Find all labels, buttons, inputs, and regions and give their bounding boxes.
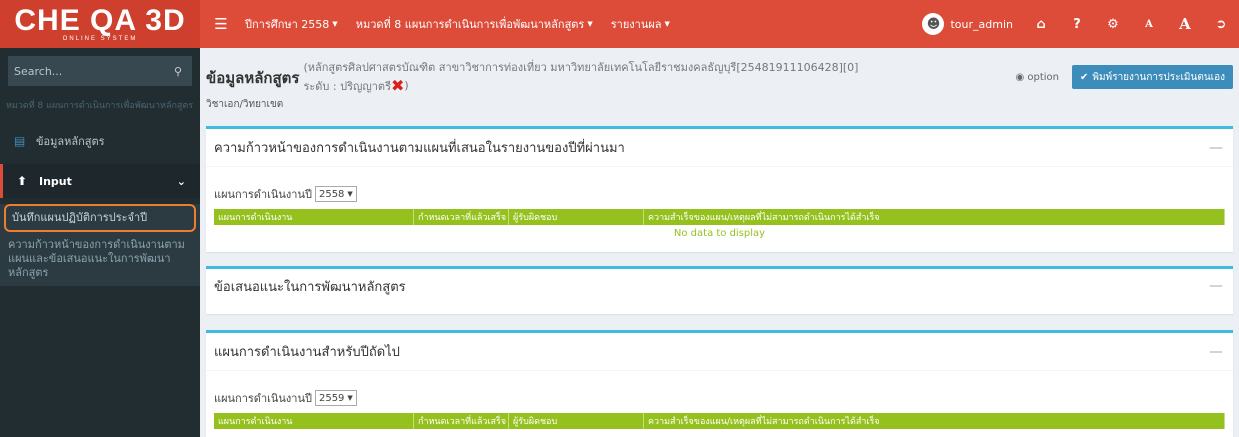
nav-menu-academic-year[interactable]: ปีการศึกษา 2558 ▼ bbox=[236, 0, 347, 48]
caret-down-icon: ▼ bbox=[347, 394, 353, 402]
column-header[interactable]: ความสำเร็จของแผน/เหตุผลที่ไม่สามารถดำเนิ… bbox=[644, 209, 1225, 225]
caret-down-icon: ▼ bbox=[587, 20, 593, 28]
caret-down-icon: ▼ bbox=[347, 190, 353, 198]
section-title: ข้อเสนอแนะในการพัฒนาหลักสูตร bbox=[214, 279, 406, 295]
print-report-button[interactable]: ✔ พิมพ์รายงานการประเมินตนเอง bbox=[1072, 65, 1233, 89]
main-content: ข้อมูลหลักสูตร (หลักสูตรศิลปศาสตรบัณฑิต … bbox=[200, 48, 1239, 437]
grid-header: แผนการดำเนินงาน กำหนดเวลาที่แล้วเสร็จ ผู… bbox=[214, 413, 1225, 429]
section-header: ความก้าวหน้าของการดำเนินงานตามแผนที่เสนอ… bbox=[206, 129, 1233, 167]
page-title: ข้อมูลหลักสูตร bbox=[206, 69, 300, 87]
section-next-year-plan: แผนการดำเนินงานสำหรับปีถัดไป — แผนการดำเ… bbox=[206, 330, 1233, 437]
sidebar-subitem-progress[interactable]: ความก้าวหน้าของการดำเนินงานตามแผนและข้อเ… bbox=[0, 232, 200, 286]
grid-header: แผนการดำเนินงาน กำหนดเวลาที่แล้วเสร็จ ผู… bbox=[214, 209, 1225, 225]
section-header: ข้อเสนอแนะในการพัฒนาหลักสูตร — bbox=[206, 269, 1233, 303]
year-value: 2559 bbox=[318, 392, 345, 404]
sidebar-breadcrumb: หมวดที่ 8 แผนการดำเนินการเพื่อพัฒนาหลักส… bbox=[6, 101, 194, 111]
top-bar: CHE QA 3D ONLINE SYSTEM ☰ ปีการศึกษา 255… bbox=[0, 0, 1239, 48]
option-link[interactable]: ◉ option bbox=[1015, 72, 1059, 83]
font-small-icon[interactable]: A bbox=[1131, 0, 1167, 48]
year-value: 2558 bbox=[318, 188, 345, 200]
column-header[interactable]: แผนการดำเนินงาน bbox=[214, 413, 414, 429]
collapse-icon[interactable]: — bbox=[1209, 278, 1223, 294]
caret-down-icon: ▼ bbox=[332, 20, 338, 28]
binoculars-icon: ◉ bbox=[1015, 72, 1025, 83]
section-title: แผนการดำเนินงานสำหรับปีถัดไป bbox=[214, 345, 400, 360]
caret-down-icon: ▼ bbox=[664, 20, 670, 28]
collapse-icon[interactable]: — bbox=[1209, 344, 1223, 360]
nav-menu-category[interactable]: หมวดที่ 8 แผนการดำเนินการเพื่อพัฒนาหลักส… bbox=[347, 0, 602, 48]
menu-toggle-icon[interactable]: ☰ bbox=[206, 15, 236, 33]
page-subtitle: วิชาเอก/วิทยาเขต bbox=[206, 99, 284, 110]
sidebar-item-label: Input bbox=[39, 174, 72, 188]
column-header[interactable]: ผู้รับผิดชอบ bbox=[509, 413, 644, 429]
document-icon: ▤ bbox=[14, 134, 26, 148]
section-body: แผนการดำเนินงานปี 2559 ▼ แผนการดำเนินงาน … bbox=[206, 371, 1233, 437]
home-icon[interactable]: ⌂ bbox=[1023, 0, 1059, 48]
upload-icon: ⬆ bbox=[17, 174, 28, 188]
year-label: แผนการดำเนินงานปี bbox=[214, 392, 312, 405]
sidebar: ⚲ หมวดที่ 8 แผนการดำเนินการเพื่อพัฒนาหลั… bbox=[0, 48, 200, 437]
sidebar-subitem-annual-plan[interactable]: บันทึกแผนปฏิบัติการประจำปี bbox=[4, 204, 196, 232]
search-icon[interactable]: ⚲ bbox=[164, 56, 192, 86]
chevron-down-icon: ⌄ bbox=[176, 174, 186, 188]
help-icon[interactable]: ? bbox=[1059, 0, 1095, 48]
column-header[interactable]: แผนการดำเนินงาน bbox=[214, 209, 414, 225]
column-header[interactable]: กำหนดเวลาที่แล้วเสร็จ bbox=[414, 209, 509, 225]
font-large-icon[interactable]: A bbox=[1167, 0, 1203, 48]
settings-icon[interactable]: ⚙ bbox=[1095, 0, 1131, 48]
column-header[interactable]: กำหนดเวลาที่แล้วเสร็จ bbox=[414, 413, 509, 429]
nav-menu-label: หมวดที่ 8 แผนการดำเนินการเพื่อพัฒนาหลักส… bbox=[355, 18, 585, 31]
nav-menu-label: รายงานผล bbox=[610, 18, 662, 31]
print-report-label: พิมพ์รายงานการประเมินตนเอง bbox=[1092, 71, 1225, 83]
year-label: แผนการดำเนินงานปี bbox=[214, 188, 312, 201]
search-row: ⚲ bbox=[8, 56, 192, 86]
close-icon[interactable]: ✖ bbox=[391, 76, 404, 95]
year-select[interactable]: 2559 ▼ bbox=[314, 390, 357, 406]
section-progress: ความก้าวหน้าของการดำเนินงานตามแผนที่เสนอ… bbox=[206, 126, 1233, 252]
column-header[interactable]: ผู้รับผิดชอบ bbox=[509, 209, 644, 225]
logo[interactable]: CHE QA 3D ONLINE SYSTEM bbox=[0, 0, 200, 48]
search-input[interactable] bbox=[8, 56, 164, 86]
sidebar-item-course-info[interactable]: ▤ ข้อมูลหลักสูตร bbox=[0, 124, 200, 158]
course-level: ระดับ : ปริญญาตรี bbox=[303, 79, 391, 93]
user-menu[interactable]: ☻ tour_admin bbox=[912, 0, 1023, 48]
section-suggestions: ข้อเสนอแนะในการพัฒนาหลักสูตร — bbox=[206, 266, 1233, 314]
nav-menu-label: ปีการศึกษา 2558 bbox=[245, 18, 330, 31]
section-title: ความก้าวหน้าของการดำเนินงานตามแผนที่เสนอ… bbox=[214, 141, 625, 156]
course-description: (หลักสูตรศิลปศาสตรบัณฑิต สาขาวิชาการท่อง… bbox=[303, 61, 859, 74]
sidebar-item-input[interactable]: ⬆ Input ⌄ bbox=[0, 164, 200, 198]
avatar: ☻ bbox=[922, 13, 945, 35]
content-header: ข้อมูลหลักสูตร (หลักสูตรศิลปศาสตรบัณฑิต … bbox=[200, 48, 1239, 110]
user-name: tour_admin bbox=[950, 17, 1013, 31]
course-desc-close: ) bbox=[404, 79, 409, 92]
collapse-icon[interactable]: — bbox=[1209, 140, 1223, 156]
navbar: ☰ ปีการศึกษา 2558 ▼ หมวดที่ 8 แผนการดำเนิ… bbox=[200, 0, 1239, 48]
circle-check-icon: ✔ bbox=[1080, 71, 1089, 83]
year-select[interactable]: 2558 ▼ bbox=[314, 186, 357, 202]
column-header[interactable]: ความสำเร็จของแผน/เหตุผลที่ไม่สามารถดำเนิ… bbox=[644, 413, 1225, 429]
section-header: แผนการดำเนินงานสำหรับปีถัดไป — bbox=[206, 333, 1233, 371]
logo-text: CHE QA 3D bbox=[14, 4, 186, 37]
section-body: แผนการดำเนินงานปี 2558 ▼ แผนการดำเนินงาน … bbox=[206, 167, 1233, 250]
sidebar-submenu: บันทึกแผนปฏิบัติการประจำปี ความก้าวหน้าข… bbox=[0, 204, 200, 286]
nav-menu-reports[interactable]: รายงานผล ▼ bbox=[602, 0, 679, 48]
sidebar-item-label: ข้อมูลหลักสูตร bbox=[36, 135, 105, 148]
no-data-message: No data to display bbox=[673, 228, 766, 239]
logout-icon[interactable]: ➲ bbox=[1203, 0, 1239, 48]
option-label: option bbox=[1027, 72, 1059, 83]
